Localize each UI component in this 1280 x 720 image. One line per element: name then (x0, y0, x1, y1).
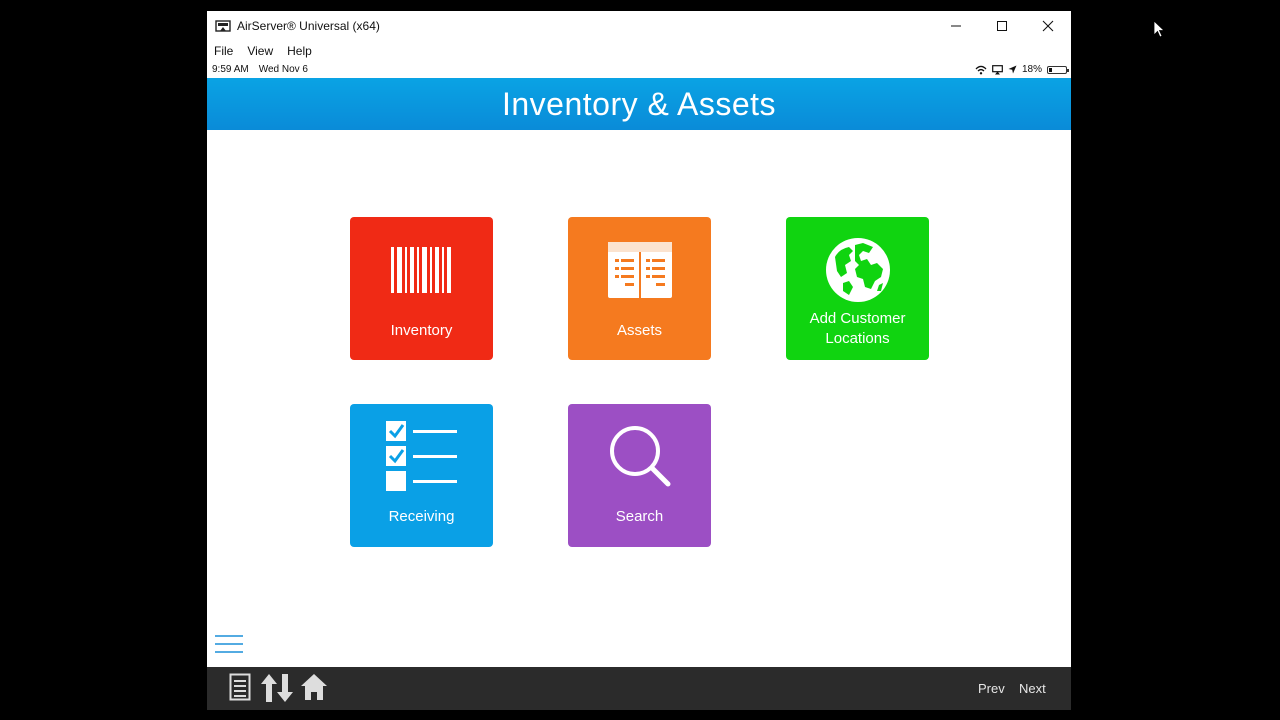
window-controls (933, 11, 1071, 41)
status-indicators: 18% (975, 61, 1069, 78)
airserver-app-icon (215, 20, 231, 32)
app-window: AirServer® Universal (x64) File View Hel… (207, 11, 1071, 710)
maximize-button[interactable] (979, 11, 1025, 41)
mouse-cursor-icon (1153, 20, 1165, 38)
menu-help[interactable]: Help (287, 44, 312, 58)
hamburger-menu-icon[interactable] (215, 635, 243, 653)
page-title: Inventory & Assets (501, 85, 776, 122)
close-icon (1042, 20, 1054, 32)
tile-search[interactable]: Search (568, 404, 711, 547)
battery-percent: 18% (1021, 64, 1042, 75)
menu-view[interactable]: View (247, 44, 273, 58)
search-icon (609, 426, 670, 487)
tile-inventory[interactable]: Inventory (350, 217, 493, 360)
tile-label: Inventory (390, 322, 453, 339)
close-button[interactable] (1025, 11, 1071, 41)
minimize-button[interactable] (933, 11, 979, 41)
airplay-icon (992, 64, 1003, 74)
location-icon (1008, 65, 1017, 74)
barcode-icon (390, 247, 451, 293)
minimize-icon (951, 25, 961, 27)
tile-assets[interactable]: Assets (568, 217, 711, 360)
battery-tip (1067, 68, 1069, 72)
menu-file[interactable]: File (214, 44, 233, 58)
battery-icon (1047, 65, 1069, 74)
maximize-icon (997, 21, 1007, 31)
tile-add-customer-locations[interactable]: Add Customer Locations (786, 217, 929, 360)
globe-icon (825, 238, 890, 302)
next-button[interactable]: Next (1019, 681, 1046, 696)
ledger-icon (607, 242, 672, 298)
bottom-toolbar: Prev Next (207, 667, 1071, 710)
tile-label: Search (615, 508, 664, 525)
battery-level (1049, 67, 1052, 72)
title-bar: AirServer® Universal (x64) (207, 11, 1071, 41)
wifi-icon (975, 65, 987, 74)
tile-grid: Inventory Assets Add Customer Locations … (207, 130, 1071, 667)
tile-label: Receiving (388, 508, 455, 525)
sort-arrows-icon[interactable] (260, 673, 294, 703)
tile-label: Assets (616, 322, 662, 339)
home-icon[interactable] (300, 673, 328, 701)
status-date: Wed Nov 6 (258, 64, 308, 75)
prev-button[interactable]: Prev (978, 681, 1005, 696)
tile-receiving[interactable]: Receiving (350, 404, 493, 547)
device-status-bar: 9:59 AM Wed Nov 6 18% (207, 61, 1071, 78)
status-time: 9:59 AM (212, 64, 249, 75)
window-title: AirServer® Universal (x64) (237, 19, 380, 33)
app-header: Inventory & Assets (207, 78, 1071, 130)
menu-bar: File View Help (207, 41, 1071, 61)
checklist-icon (385, 421, 457, 491)
tile-label: Add Customer Locations (809, 310, 906, 347)
document-list-icon[interactable] (229, 673, 251, 701)
